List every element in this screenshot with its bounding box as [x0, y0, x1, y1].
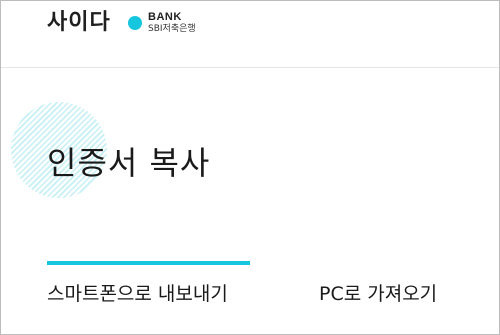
tab-import-from-pc[interactable]: PC로 가져오기	[319, 281, 437, 307]
page-title: 인증서 복사	[47, 144, 211, 182]
brand-logo-text: 사이다	[47, 10, 111, 35]
brand-logo-sbi: SBI저축은행	[148, 24, 196, 34]
main-content: 인증서 복사 스마트폰으로 내보내기 PC로 가져오기	[1, 68, 499, 334]
tab-export-to-smartphone[interactable]: 스마트폰으로 내보내기	[47, 281, 228, 307]
active-tab-indicator	[47, 261, 250, 265]
app-window: 사이다 BANK SBI저축은행 인증서 복사 스마트폰으로 내보내기 PC로 …	[0, 0, 500, 335]
brand-logo-bank: BANK	[148, 11, 182, 23]
header: 사이다 BANK SBI저축은행	[1, 1, 499, 68]
brand-logo-dot-icon	[128, 16, 142, 30]
